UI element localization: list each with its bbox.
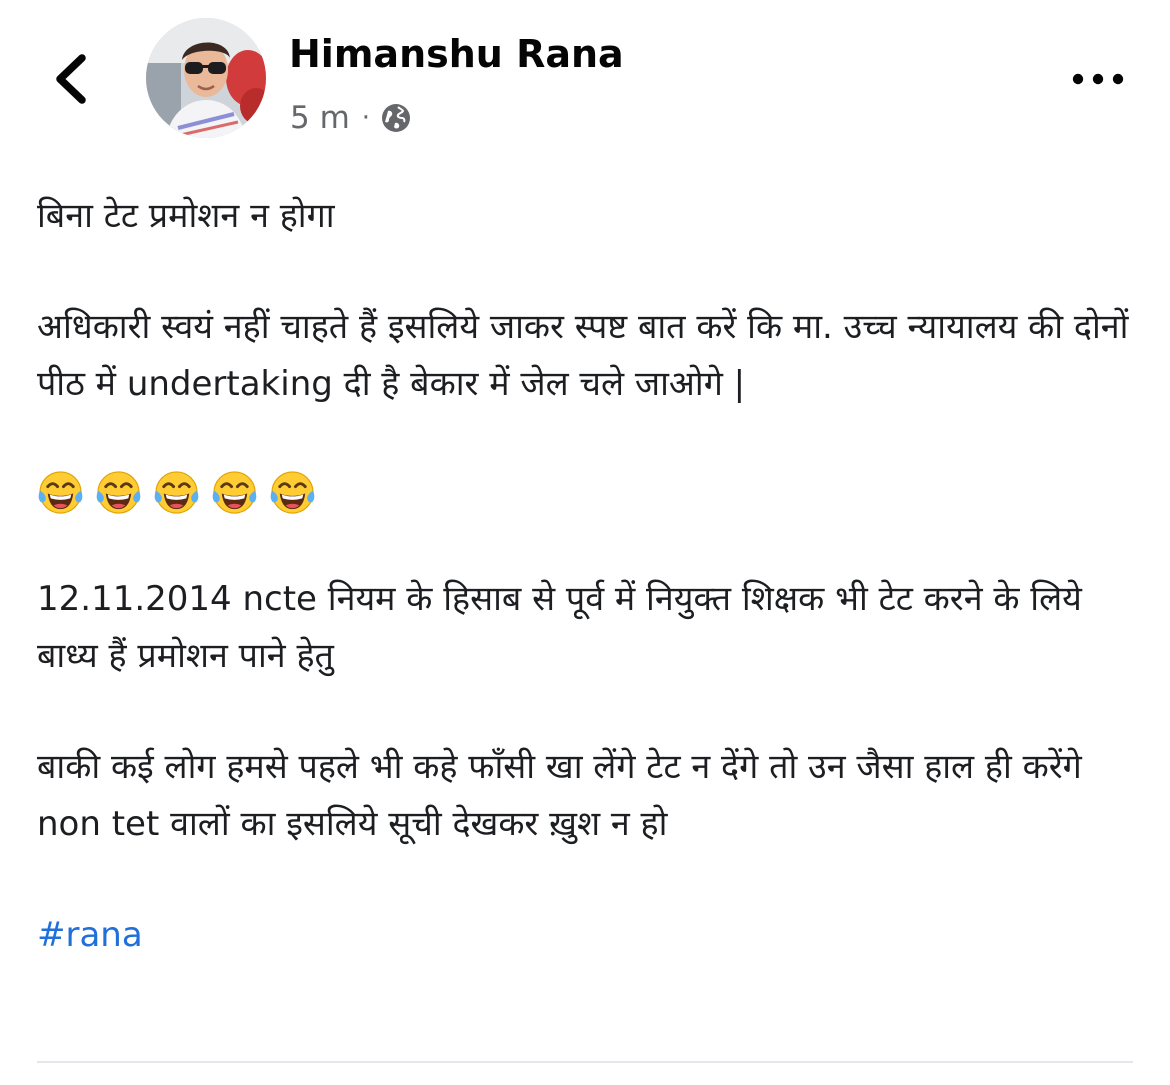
back-button[interactable] xyxy=(38,44,108,114)
hashtag-link[interactable]: #rana xyxy=(37,907,143,964)
post-meta: 5 m · xyxy=(290,98,412,138)
divider xyxy=(37,1061,1133,1063)
post-header: Himanshu Rana 5 m · xyxy=(0,0,1170,160)
post-body: बिना टेट प्रमोशन न होगा अधिकारी स्वयं नह… xyxy=(37,188,1147,964)
author-name[interactable]: Himanshu Rana xyxy=(289,32,624,76)
chevron-left-icon xyxy=(56,54,86,104)
avatar[interactable] xyxy=(146,18,266,138)
face-with-tears-of-joy-icon xyxy=(153,469,200,516)
emoji-row xyxy=(37,467,1147,517)
profile-photo xyxy=(146,18,266,138)
face-with-tears-of-joy-icon xyxy=(211,469,258,516)
post-paragraph-1: बिना टेट प्रमोशन न होगा xyxy=(37,196,335,236)
post-paragraph-4: बाकी कई लोग हमसे पहले भी कहे फाँसी खा ले… xyxy=(37,747,1093,844)
face-with-tears-of-joy-icon xyxy=(37,469,84,516)
post-paragraph-2: अधिकारी स्वयं नहीं चाहते हैं इसलिये जाकर… xyxy=(37,307,1140,404)
globe-icon[interactable] xyxy=(380,102,412,134)
meta-separator: · xyxy=(361,103,371,133)
post-timestamp[interactable]: 5 m xyxy=(290,100,350,136)
more-options-button[interactable] xyxy=(1062,58,1134,98)
more-horizontal-icon xyxy=(1072,73,1124,85)
face-with-tears-of-joy-icon xyxy=(269,469,316,516)
post-paragraph-3: 12.11.2014 ncte नियम के हिसाब से पूर्व म… xyxy=(37,579,1093,676)
face-with-tears-of-joy-icon xyxy=(95,469,142,516)
